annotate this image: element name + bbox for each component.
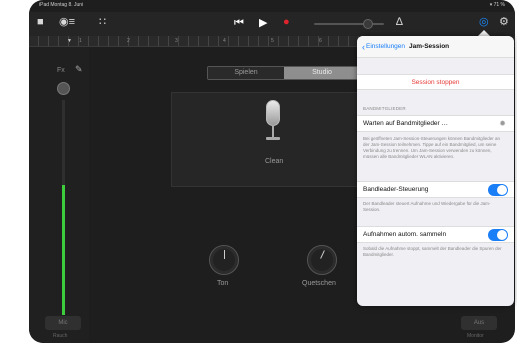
- rewind-icon[interactable]: ⏮: [234, 18, 244, 29]
- auto-collect-description: Sobald die Aufnahme stoppt, sammelt der …: [363, 246, 502, 257]
- tone-knob[interactable]: [209, 245, 239, 275]
- leader-control-toggle[interactable]: [488, 183, 508, 196]
- input-gain-knob[interactable]: [57, 82, 70, 95]
- mode-option-play[interactable]: Spielen: [208, 67, 284, 79]
- microphone-base: [266, 137, 280, 140]
- preset-label: Clean: [265, 158, 284, 165]
- knob-indicator: [320, 250, 325, 259]
- record-icon[interactable]: ●: [283, 17, 290, 28]
- ruler-mark: 1: [79, 38, 82, 44]
- knob-indicator: [224, 250, 225, 259]
- playhead-icon[interactable]: ▼: [67, 38, 72, 44]
- metronome-icon[interactable]: ∆: [396, 17, 403, 28]
- level-meter-fill: [62, 185, 65, 315]
- play-icon[interactable]: ▶: [259, 18, 267, 29]
- status-left: iPad Montag 8. Juni: [39, 2, 84, 8]
- chevron-left-icon: ‹: [362, 41, 365, 52]
- back-label: Einstellungen: [366, 43, 406, 50]
- stop-session-button[interactable]: Session stoppen: [357, 74, 514, 90]
- fx-label[interactable]: Fx: [57, 67, 65, 74]
- auto-collect-toggle[interactable]: [488, 228, 508, 241]
- squeeze-knob-label: Quetschen: [302, 280, 336, 287]
- ruler-mark: 5: [271, 38, 274, 44]
- monitor-sub-label: Monitor: [467, 333, 484, 339]
- mixer-icon[interactable]: ◉≡: [59, 17, 75, 28]
- mic-button[interactable]: Mic: [45, 316, 81, 330]
- waiting-label: Warten auf Bandmitglieder …: [363, 120, 449, 127]
- auto-collect-label: Aufnahmen autom. sammeln: [363, 231, 447, 238]
- status-right: ▾ 71 %: [489, 2, 505, 8]
- leader-control-label: Bandleader-Steuerung: [363, 186, 429, 193]
- monitor-button[interactable]: Aus: [461, 316, 497, 330]
- settings-icon[interactable]: ⚙: [499, 17, 509, 28]
- main-toolbar: ■ ◉≡ ∷ ⏮ ▶ ● ∆ ◎ ⚙: [29, 12, 515, 36]
- mic-sub-label: Rauch: [53, 333, 68, 339]
- squeeze-knob[interactable]: [307, 245, 337, 275]
- waiting-description: Bei geöffneten Jam-Session-Steuerungen k…: [363, 136, 501, 159]
- tracks-icon[interactable]: ∷: [99, 17, 106, 28]
- popover-nav-bar: ‹ Einstellungen Jam-Session: [357, 36, 514, 58]
- ruler-mark: 3: [175, 38, 178, 44]
- spinner-icon: ✹: [499, 119, 506, 128]
- jam-session-icon[interactable]: ◎: [479, 17, 489, 28]
- ruler-mark: 4: [223, 38, 226, 44]
- popover-title: Jam-Session: [409, 43, 450, 50]
- mode-switch[interactable]: Spielen Studio: [207, 66, 361, 80]
- status-bar: iPad Montag 8. Juni ▾ 71 %: [29, 0, 515, 12]
- back-button[interactable]: ‹ Einstellungen: [362, 42, 405, 52]
- microphone-icon[interactable]: [266, 100, 280, 126]
- ruler-mark: 2: [127, 38, 130, 44]
- waiting-row[interactable]: Warten auf Bandmitglieder … ✹: [357, 115, 514, 132]
- leader-control-row: Bandleader-Steuerung: [357, 181, 514, 198]
- document-icon[interactable]: ■: [37, 17, 44, 28]
- jam-session-popover: ‹ Einstellungen Jam-Session Session stop…: [357, 36, 514, 306]
- auto-collect-row: Aufnahmen autom. sammeln: [357, 226, 514, 243]
- mode-option-studio[interactable]: Studio: [284, 67, 360, 79]
- leader-control-description: Der Bandleader steuert Aufnahme und Wied…: [363, 201, 491, 212]
- brush-icon[interactable]: ✎: [75, 64, 83, 75]
- master-volume-slider[interactable]: [314, 23, 384, 25]
- microphone-stand: [272, 125, 274, 137]
- master-volume-knob[interactable]: [363, 19, 373, 29]
- ruler-mark: 6: [319, 38, 322, 44]
- section-header: BANDMITGLIEDER: [363, 106, 406, 111]
- tone-knob-label: Ton: [217, 280, 229, 287]
